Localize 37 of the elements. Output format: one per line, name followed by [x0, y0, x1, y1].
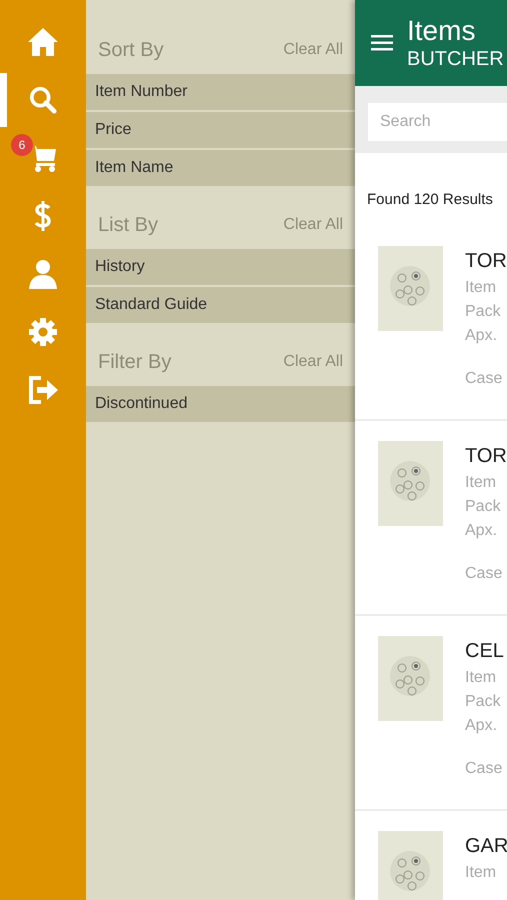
- item-title: TOR: [465, 249, 507, 274]
- item-title: CEL: [465, 639, 504, 664]
- section-title: List By: [98, 214, 158, 236]
- filter-option[interactable]: Price: [86, 112, 355, 148]
- results-count: Found 120 Results: [367, 191, 494, 208]
- item-detail: Item: [465, 473, 498, 493]
- user-icon[interactable]: [27, 258, 59, 290]
- item-detail: Pack: [465, 302, 502, 322]
- menu-icon[interactable]: [371, 35, 393, 51]
- item-detail: Pack: [465, 497, 502, 517]
- filter-option[interactable]: Item Name: [86, 150, 355, 186]
- search-field[interactable]: Search: [368, 103, 507, 141]
- item-detail: Item: [465, 863, 498, 883]
- filter-option[interactable]: Discontinued: [86, 386, 355, 422]
- home-icon[interactable]: [27, 27, 59, 57]
- item-detail: Apx.: [465, 326, 498, 346]
- search-icon[interactable]: [29, 86, 57, 114]
- filter-option[interactable]: Item Number: [86, 74, 355, 110]
- logout-icon[interactable]: [27, 375, 59, 405]
- item-detail: Apx.: [465, 716, 498, 736]
- filter-option[interactable]: History: [86, 249, 355, 285]
- item-detail: Apx.: [465, 521, 498, 541]
- settings-icon[interactable]: [28, 317, 58, 347]
- item-title: TOR: [465, 444, 507, 469]
- section-title: Filter By: [98, 350, 172, 374]
- cart-count-badge: 6: [11, 134, 33, 156]
- unit-label: Case: [465, 565, 504, 583]
- unit-label: Case: [465, 760, 504, 778]
- dollar-icon[interactable]: [33, 199, 53, 233]
- page-subtitle: BUTCHER: [407, 47, 504, 71]
- unit-label: Case: [465, 370, 504, 388]
- item-detail: Pack: [465, 692, 502, 712]
- section-title: Sort By: [98, 38, 164, 62]
- filter-option[interactable]: Standard Guide: [86, 287, 355, 323]
- item-detail: Item: [465, 278, 498, 298]
- page-title: Items: [407, 15, 476, 47]
- item-detail: Item: [465, 668, 498, 688]
